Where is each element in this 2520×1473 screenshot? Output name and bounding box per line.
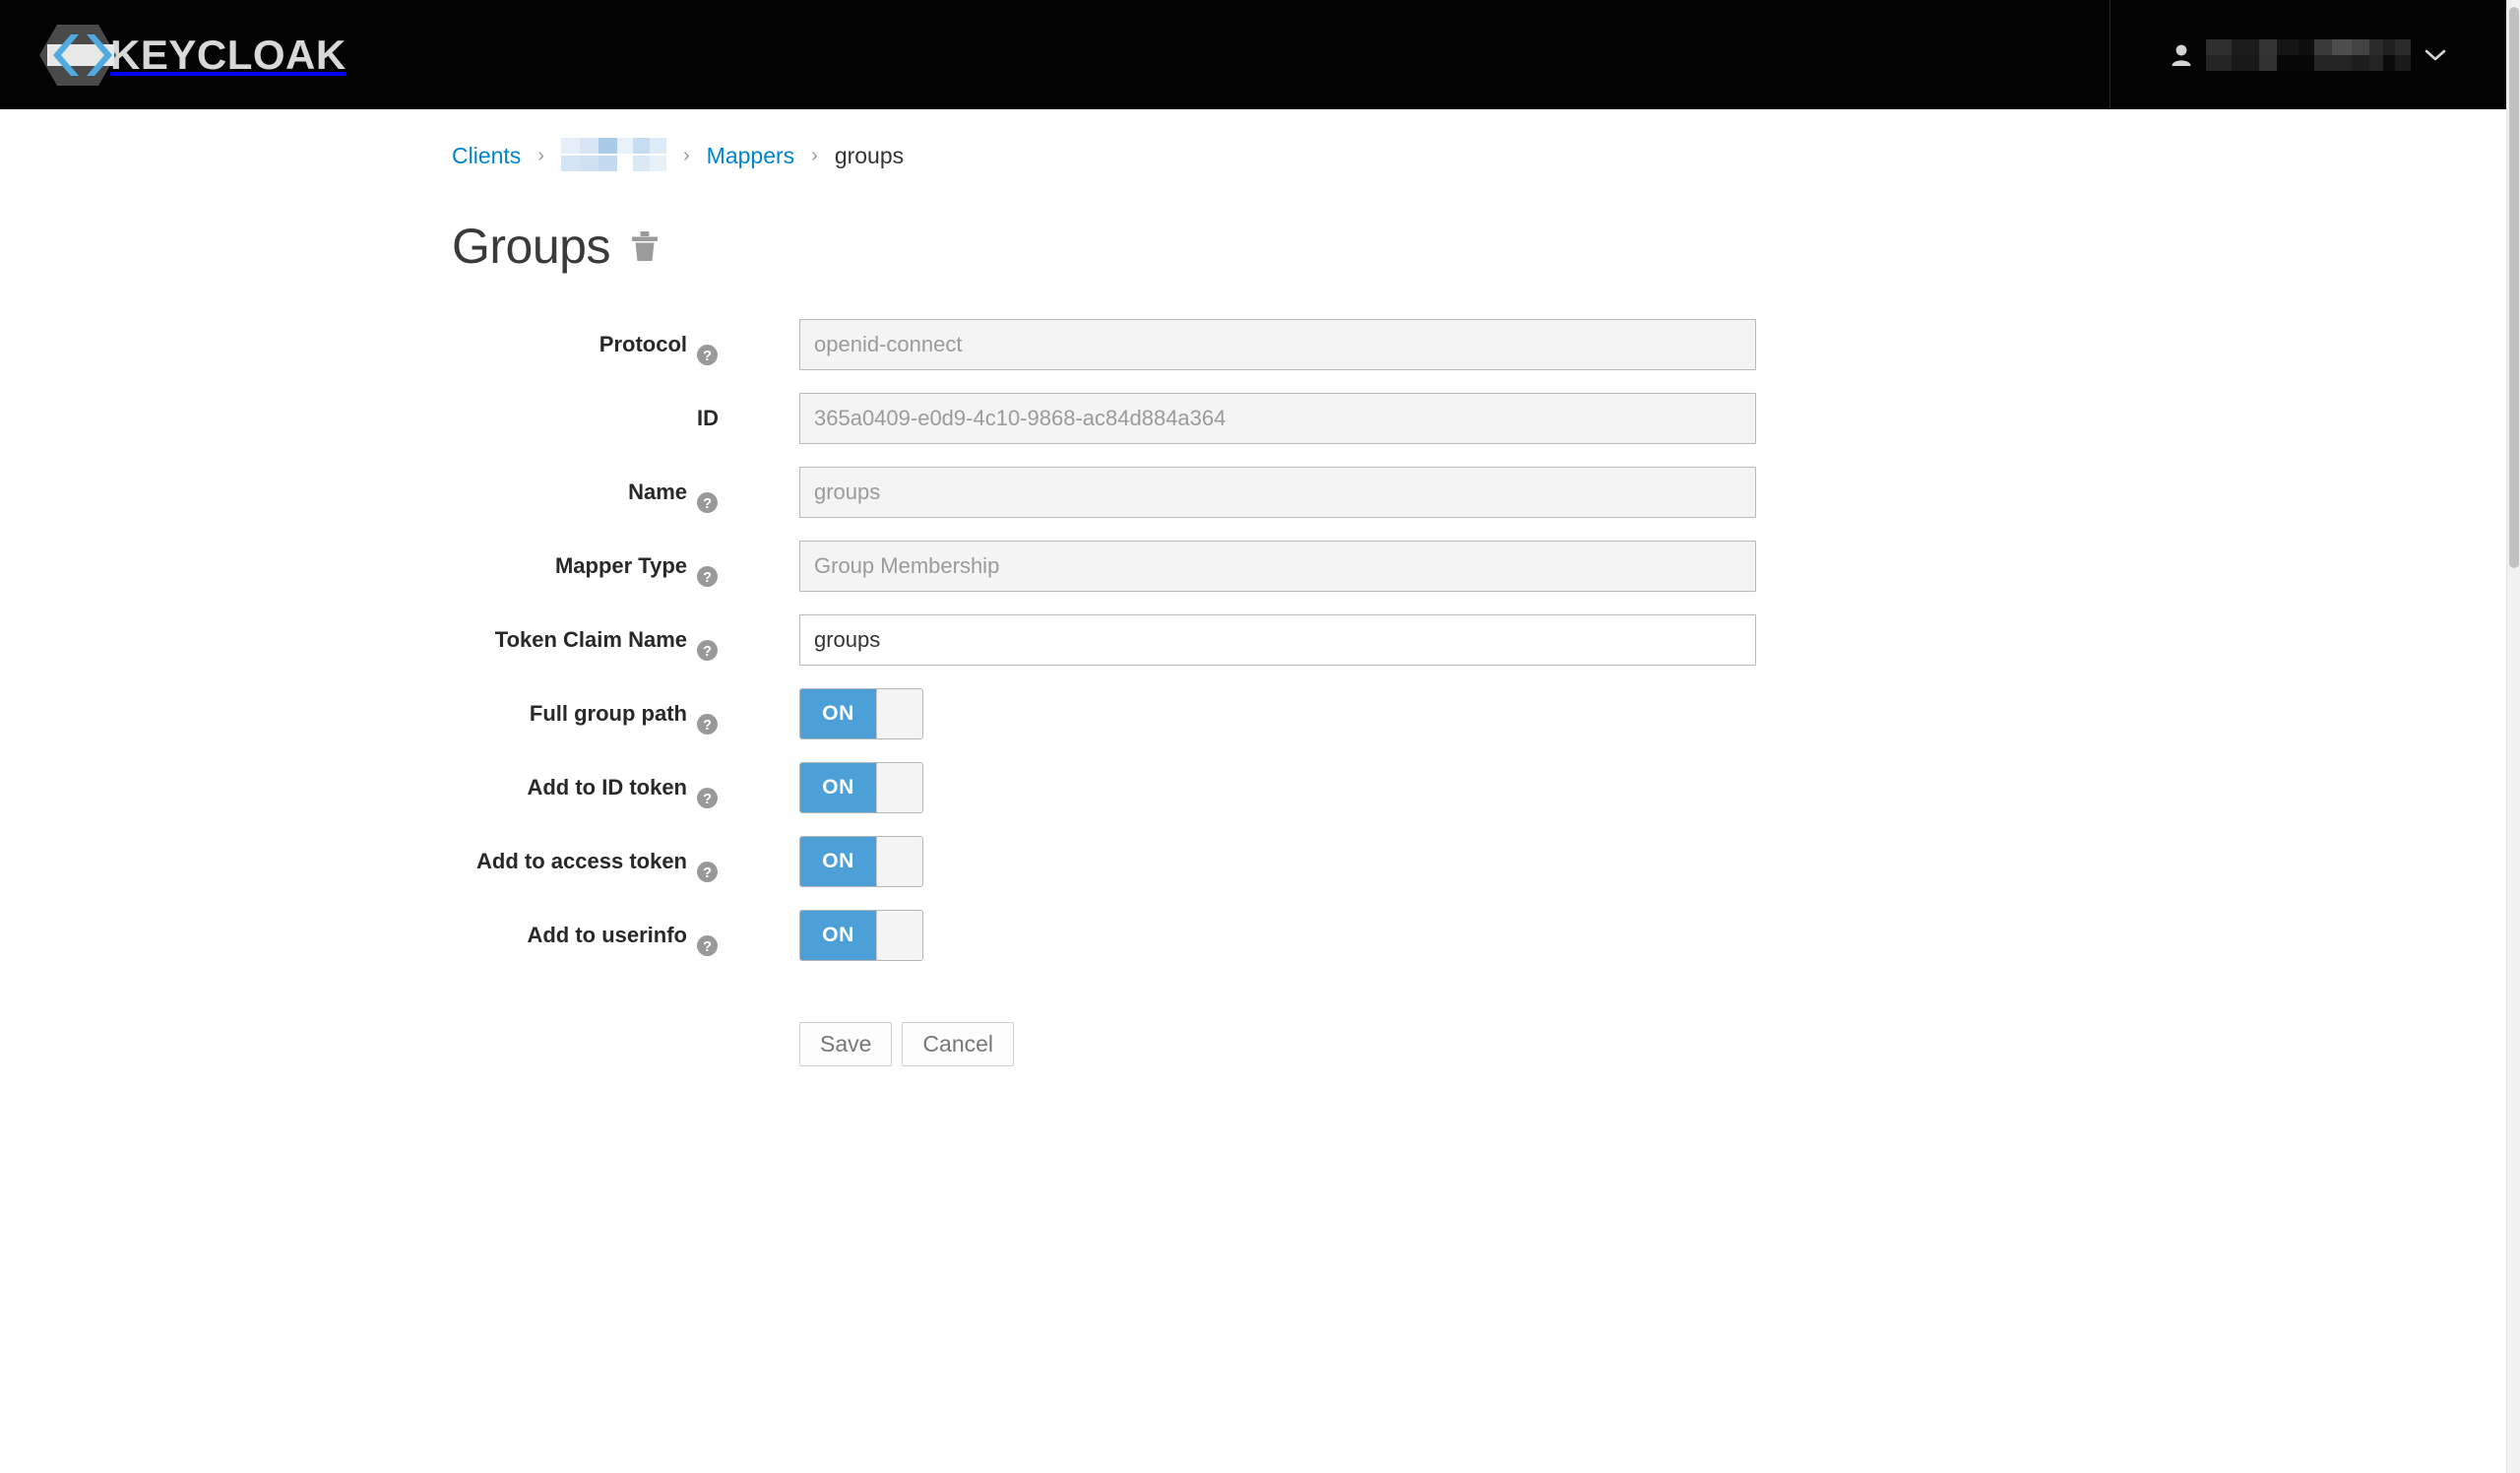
toggle-handle[interactable]	[876, 911, 922, 960]
question-circle-icon[interactable]: ?	[696, 703, 719, 726]
svg-text:?: ?	[703, 496, 712, 512]
svg-text:?: ?	[703, 718, 712, 734]
page-title: Groups	[452, 222, 610, 271]
label-add-to-access-token: Add to access token ?	[0, 836, 719, 887]
add-to-id-token-toggle[interactable]: ON	[799, 762, 923, 813]
trash-icon[interactable]	[630, 230, 660, 263]
vertical-scrollbar[interactable]	[2506, 0, 2520, 1473]
form-row-add-to-id-token: Add to ID token ? ON	[0, 762, 2506, 813]
breadcrumb-separator: ›	[521, 145, 561, 167]
svg-text:?: ?	[703, 570, 712, 586]
svg-text:?: ?	[703, 349, 712, 364]
label-add-to-userinfo: Add to userinfo ?	[0, 910, 719, 961]
label-full-group-path: Full group path ?	[0, 688, 719, 739]
breadcrumb-separator: ›	[666, 145, 707, 167]
control-full-group-path: ON	[799, 688, 923, 739]
question-circle-icon[interactable]: ?	[696, 334, 719, 356]
chevron-down-icon[interactable]	[2425, 48, 2446, 62]
form-row-full-group-path: Full group path ? ON	[0, 688, 2506, 739]
cancel-button[interactable]: Cancel	[902, 1022, 1014, 1066]
toggle-state-label: ON	[800, 763, 876, 812]
id-input	[799, 393, 1756, 444]
add-to-access-token-toggle[interactable]: ON	[799, 836, 923, 887]
question-circle-icon[interactable]: ?	[696, 851, 719, 873]
svg-text:?: ?	[703, 865, 712, 881]
svg-text:?: ?	[703, 939, 712, 955]
name-input	[799, 467, 1756, 518]
toggle-handle[interactable]	[876, 689, 922, 738]
control-add-to-id-token: ON	[799, 762, 923, 813]
mapper-form: Protocol ? ID	[0, 319, 2506, 1066]
protocol-input	[799, 319, 1756, 370]
question-circle-icon[interactable]: ?	[696, 481, 719, 504]
label-name: Name ?	[0, 467, 719, 518]
question-circle-icon[interactable]: ?	[696, 925, 719, 947]
page-title-row: Groups	[0, 222, 2506, 271]
question-circle-icon[interactable]: ?	[696, 629, 719, 652]
form-actions: Save Cancel	[799, 1022, 2506, 1066]
toggle-state-label: ON	[800, 689, 876, 738]
control-token-claim-name	[799, 614, 1756, 666]
save-button[interactable]: Save	[799, 1022, 892, 1066]
form-row-protocol: Protocol ?	[0, 319, 2506, 370]
breadcrumb-item-mappers[interactable]: Mappers	[707, 143, 794, 169]
control-add-to-access-token: ON	[799, 836, 923, 887]
full-group-path-toggle[interactable]: ON	[799, 688, 923, 739]
scrollbar-thumb[interactable]	[2509, 7, 2519, 568]
svg-text:?: ?	[703, 644, 712, 660]
toggle-state-label: ON	[800, 837, 876, 886]
control-add-to-userinfo: ON	[799, 910, 923, 961]
add-to-userinfo-toggle[interactable]: ON	[799, 910, 923, 961]
form-row-mapper-type: Mapper Type ?	[0, 541, 2506, 592]
label-protocol: Protocol ?	[0, 319, 719, 370]
token-claim-name-input[interactable]	[799, 614, 1756, 666]
label-id: ID	[0, 393, 719, 444]
page-content: Clients › › Mappers › groups	[0, 109, 2506, 1066]
question-circle-icon[interactable]: ?	[696, 777, 719, 800]
form-row-add-to-userinfo: Add to userinfo ? ON	[0, 910, 2506, 961]
control-id	[799, 393, 1756, 444]
toggle-handle[interactable]	[876, 763, 922, 812]
breadcrumb-item-current: groups	[835, 143, 904, 169]
breadcrumb-item-client-redacted[interactable]	[561, 138, 666, 173]
form-row-name: Name ?	[0, 467, 2506, 518]
user-avatar-icon	[2171, 43, 2192, 67]
user-name-redacted	[2206, 39, 2411, 71]
label-mapper-type: Mapper Type ?	[0, 541, 719, 592]
toggle-state-label: ON	[800, 911, 876, 960]
svg-text:?: ?	[703, 792, 712, 807]
question-circle-icon[interactable]: ?	[696, 555, 719, 578]
breadcrumb-item-clients[interactable]: Clients	[452, 143, 521, 169]
form-row-token-claim-name: Token Claim Name ?	[0, 614, 2506, 666]
control-protocol	[799, 319, 1756, 370]
user-menu[interactable]	[2110, 0, 2506, 109]
breadcrumb-separator: ›	[794, 145, 835, 167]
keycloak-logo-icon	[37, 23, 118, 88]
brand-text: KEYCLOAK	[110, 32, 346, 79]
mapper-type-input	[799, 541, 1756, 592]
label-token-claim-name: Token Claim Name ?	[0, 614, 719, 666]
label-add-to-id-token: Add to ID token ?	[0, 762, 719, 813]
toggle-handle[interactable]	[876, 837, 922, 886]
breadcrumb: Clients › › Mappers › groups	[0, 109, 2506, 173]
brand-home-link[interactable]: KEYCLOAK	[0, 0, 346, 109]
form-row-add-to-access-token: Add to access token ? ON	[0, 836, 2506, 887]
control-mapper-type	[799, 541, 1756, 592]
control-name	[799, 467, 1756, 518]
form-row-id: ID	[0, 393, 2506, 444]
